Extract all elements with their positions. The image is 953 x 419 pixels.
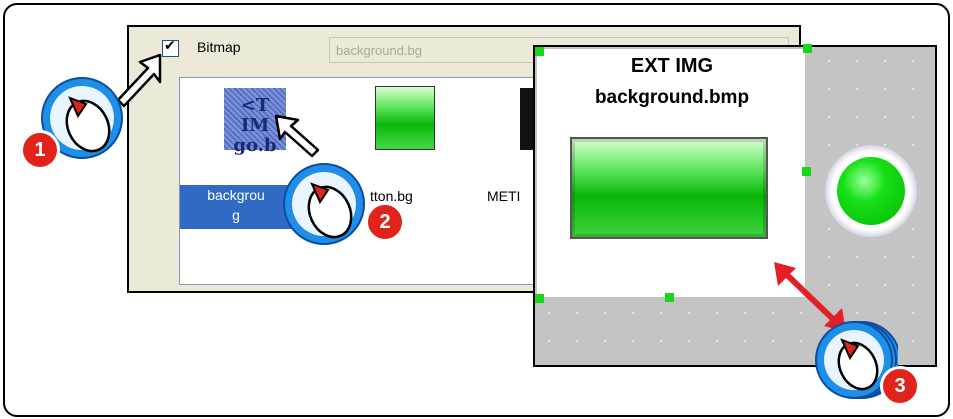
bitmap-checkbox-label: Bitmap xyxy=(197,39,241,55)
file-item-background-label[interactable]: backgrou g xyxy=(180,185,292,229)
image-object[interactable]: EXT IMG background.bmp xyxy=(537,49,805,297)
step-badge-3: 3 xyxy=(880,366,920,406)
file-item-meter-label[interactable]: METI xyxy=(487,188,520,204)
selection-handle[interactable] xyxy=(665,293,674,302)
step-badge-1: 1 xyxy=(20,130,60,170)
selection-handle[interactable] xyxy=(803,44,812,53)
file-thumbnail-button[interactable] xyxy=(375,86,435,150)
preview-filename: background.bmp xyxy=(594,87,750,108)
preview-title: EXT IMG xyxy=(630,55,714,77)
mouse-click-icon xyxy=(283,163,365,245)
selection-handle[interactable] xyxy=(535,294,544,303)
green-button-graphic xyxy=(570,137,768,239)
selection-handle[interactable] xyxy=(802,167,811,176)
file-item-button-label[interactable]: tton.bg xyxy=(370,188,413,204)
pointer-arrow-icon xyxy=(274,114,320,158)
selection-handle[interactable] xyxy=(535,47,544,56)
step-badge-2: 2 xyxy=(365,202,405,242)
green-lamp-indicator[interactable] xyxy=(837,157,905,225)
